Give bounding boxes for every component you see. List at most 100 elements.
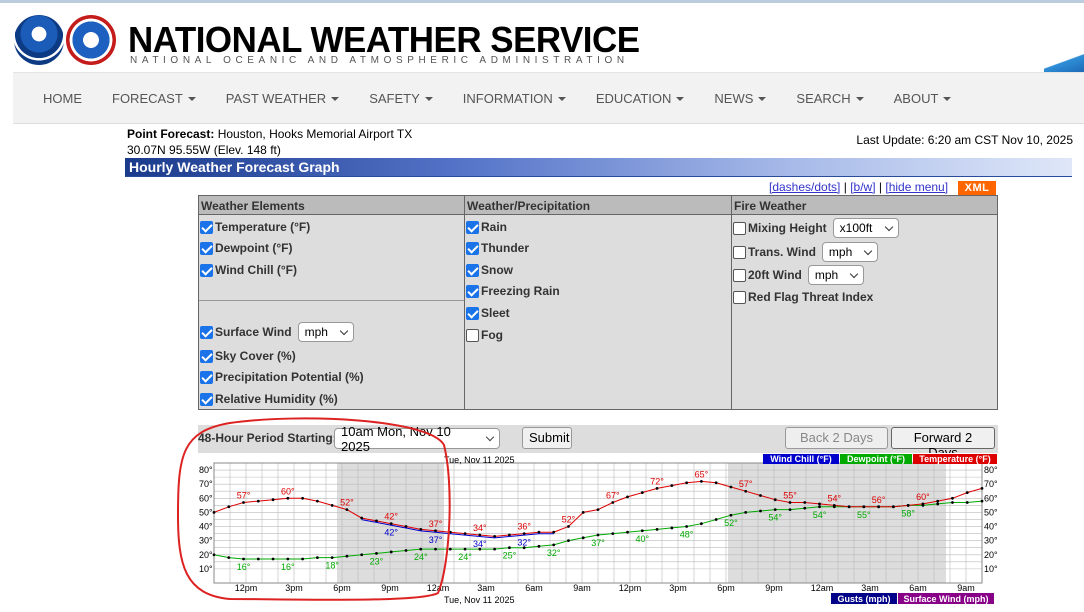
options-panel: Weather Elements Temperature (°F) Dewpoi… <box>198 195 998 410</box>
nav-about[interactable]: ABOUT <box>894 91 952 106</box>
checkbox-icon[interactable] <box>200 220 213 234</box>
temperature-point <box>537 530 541 534</box>
mixing-height-unit-select[interactable]: x100ft <box>832 218 899 238</box>
col-head-fire-weather: Fire Weather <box>732 196 997 215</box>
opt-relative-humidity[interactable]: Relative Humidity (%) <box>200 392 338 406</box>
nav-safety[interactable]: SAFETY <box>369 91 433 106</box>
checkbox-icon[interactable] <box>200 325 213 339</box>
checkbox-icon[interactable] <box>466 306 479 320</box>
nav-education[interactable]: EDUCATION <box>596 91 685 106</box>
dewpoint-point <box>729 513 733 517</box>
opt-temperature[interactable]: Temperature (°F) <box>200 220 310 234</box>
dewpoint-label: 25° <box>503 551 517 561</box>
dewpoint-point <box>788 508 792 511</box>
dewpoint-point <box>567 539 570 543</box>
opt-thunder[interactable]: Thunder <box>466 241 529 255</box>
weather-elements-column: Weather Elements Temperature (°F) Dewpoi… <box>199 196 465 409</box>
dewpoint-point <box>655 527 659 531</box>
dewpoint-label: 24° <box>458 552 472 562</box>
temperature-label: 65° <box>695 469 709 479</box>
noaa-logo[interactable] <box>14 15 64 65</box>
opt-sleet[interactable]: Sleet <box>466 306 510 320</box>
opt-red-flag[interactable]: Red Flag Threat Index <box>733 290 873 304</box>
xml-button[interactable]: XML <box>958 181 996 195</box>
dewpoint-point <box>596 533 600 537</box>
temperature-label: 52° <box>562 515 576 525</box>
checkbox-icon[interactable] <box>466 220 479 234</box>
x-tick: 6am <box>909 583 927 593</box>
temperature-label: 34° <box>473 523 487 533</box>
forward-2-days-button[interactable]: Forward 2 Days <box>891 427 995 460</box>
temperature-point <box>951 496 954 500</box>
nav-forecast[interactable]: FORECAST <box>112 91 196 106</box>
chevron-down-icon <box>884 222 893 231</box>
opt-wind-chill[interactable]: Wind Chill (°F) <box>200 263 297 277</box>
checkbox-icon[interactable] <box>466 284 479 298</box>
temperature-point <box>581 511 585 514</box>
chevron-down-icon <box>863 246 873 255</box>
trans-wind-unit-select[interactable]: mph <box>821 242 878 262</box>
col-head-weather-elements: Weather Elements <box>199 196 464 215</box>
chevron-down-icon <box>339 326 348 335</box>
back-2-days-button[interactable]: Back 2 Days <box>785 427 888 449</box>
temperature-point <box>699 479 703 483</box>
dewpoint-point <box>537 544 541 548</box>
opt-sky-cover[interactable]: Sky Cover (%) <box>200 349 296 363</box>
opt-mixing-height[interactable]: Mixing Height x100ft <box>733 218 899 238</box>
dewpoint-point <box>640 529 644 533</box>
opt-dewpoint[interactable]: Dewpoint (°F) <box>200 241 292 255</box>
dewpoint-point <box>581 536 585 540</box>
x-tick: 9pm <box>765 583 783 593</box>
site-header: NATIONAL WEATHER SERVICE NATIONAL OCEANI… <box>0 0 1084 75</box>
checkbox-icon[interactable] <box>466 241 479 255</box>
opt-surface-wind[interactable]: Surface Wind mph <box>200 322 354 342</box>
legend-label: Temperature (°F) <box>919 454 990 464</box>
dashes-link[interactable]: [dashes/dots] <box>769 180 840 194</box>
x-tick: 3pm <box>669 583 687 593</box>
opt-trans-wind[interactable]: Trans. Wind mph <box>733 242 878 262</box>
opt-snow[interactable]: Snow <box>466 263 513 277</box>
checkbox-icon[interactable] <box>466 263 479 277</box>
nav-information[interactable]: INFORMATION <box>463 91 566 106</box>
checkbox-icon[interactable] <box>733 221 746 235</box>
bw-link[interactable]: [b/w] <box>850 180 875 194</box>
20ft-wind-unit-select[interactable]: mph <box>807 265 864 285</box>
caret-down-icon <box>331 97 340 102</box>
opt-precip-potential[interactable]: Precipitation Potential (%) <box>200 370 364 384</box>
dewpoint-label: 58° <box>901 508 915 518</box>
point-forecast: Point Forecast: Houston, Hooks Memorial … <box>127 126 412 158</box>
nav-home[interactable]: HOME <box>43 91 82 106</box>
checkbox-icon[interactable] <box>733 245 746 259</box>
opt-rain[interactable]: Rain <box>466 220 507 234</box>
checkbox-icon[interactable] <box>733 268 746 282</box>
last-update: Last Update: 6:20 am CST Nov 10, 2025 <box>856 133 1073 147</box>
temperature-point <box>891 505 895 509</box>
caret-down-icon <box>758 97 767 102</box>
opt-freezing-rain[interactable]: Freezing Rain <box>466 284 560 298</box>
checkbox-icon[interactable] <box>466 328 479 342</box>
nav-news[interactable]: NEWS <box>714 91 767 106</box>
checkbox-icon[interactable] <box>200 349 213 363</box>
dewpoint-label: 54° <box>813 510 827 520</box>
nav-search[interactable]: SEARCH <box>796 91 864 106</box>
opt-20ft-wind[interactable]: 20ft Wind mph <box>733 265 864 285</box>
header-swoosh <box>1044 47 1084 75</box>
checkbox-icon[interactable] <box>200 263 213 277</box>
checkbox-icon[interactable] <box>200 241 213 255</box>
nws-logo[interactable] <box>66 15 116 65</box>
dewpoint-label: 55° <box>857 510 871 520</box>
caret-down-icon <box>557 97 566 102</box>
dewpoint-point <box>670 526 674 530</box>
opt-fog[interactable]: Fog <box>466 328 503 342</box>
submit-button[interactable]: Submit <box>522 427 572 449</box>
checkbox-icon[interactable] <box>733 290 746 304</box>
nav-past-weather[interactable]: PAST WEATHER <box>226 91 340 106</box>
main-nav: HOME FORECAST PAST WEATHER SAFETY INFORM… <box>13 72 1084 124</box>
hide-menu-link[interactable]: [hide menu] <box>885 180 948 194</box>
checkbox-icon[interactable] <box>200 370 213 384</box>
y-tick-right: 20° <box>984 550 998 560</box>
temperature-point <box>596 508 600 511</box>
point-location: Houston, Hooks Memorial Airport TX <box>217 127 413 141</box>
checkbox-icon[interactable] <box>200 392 213 406</box>
surface-wind-unit-select[interactable]: mph <box>297 322 354 342</box>
